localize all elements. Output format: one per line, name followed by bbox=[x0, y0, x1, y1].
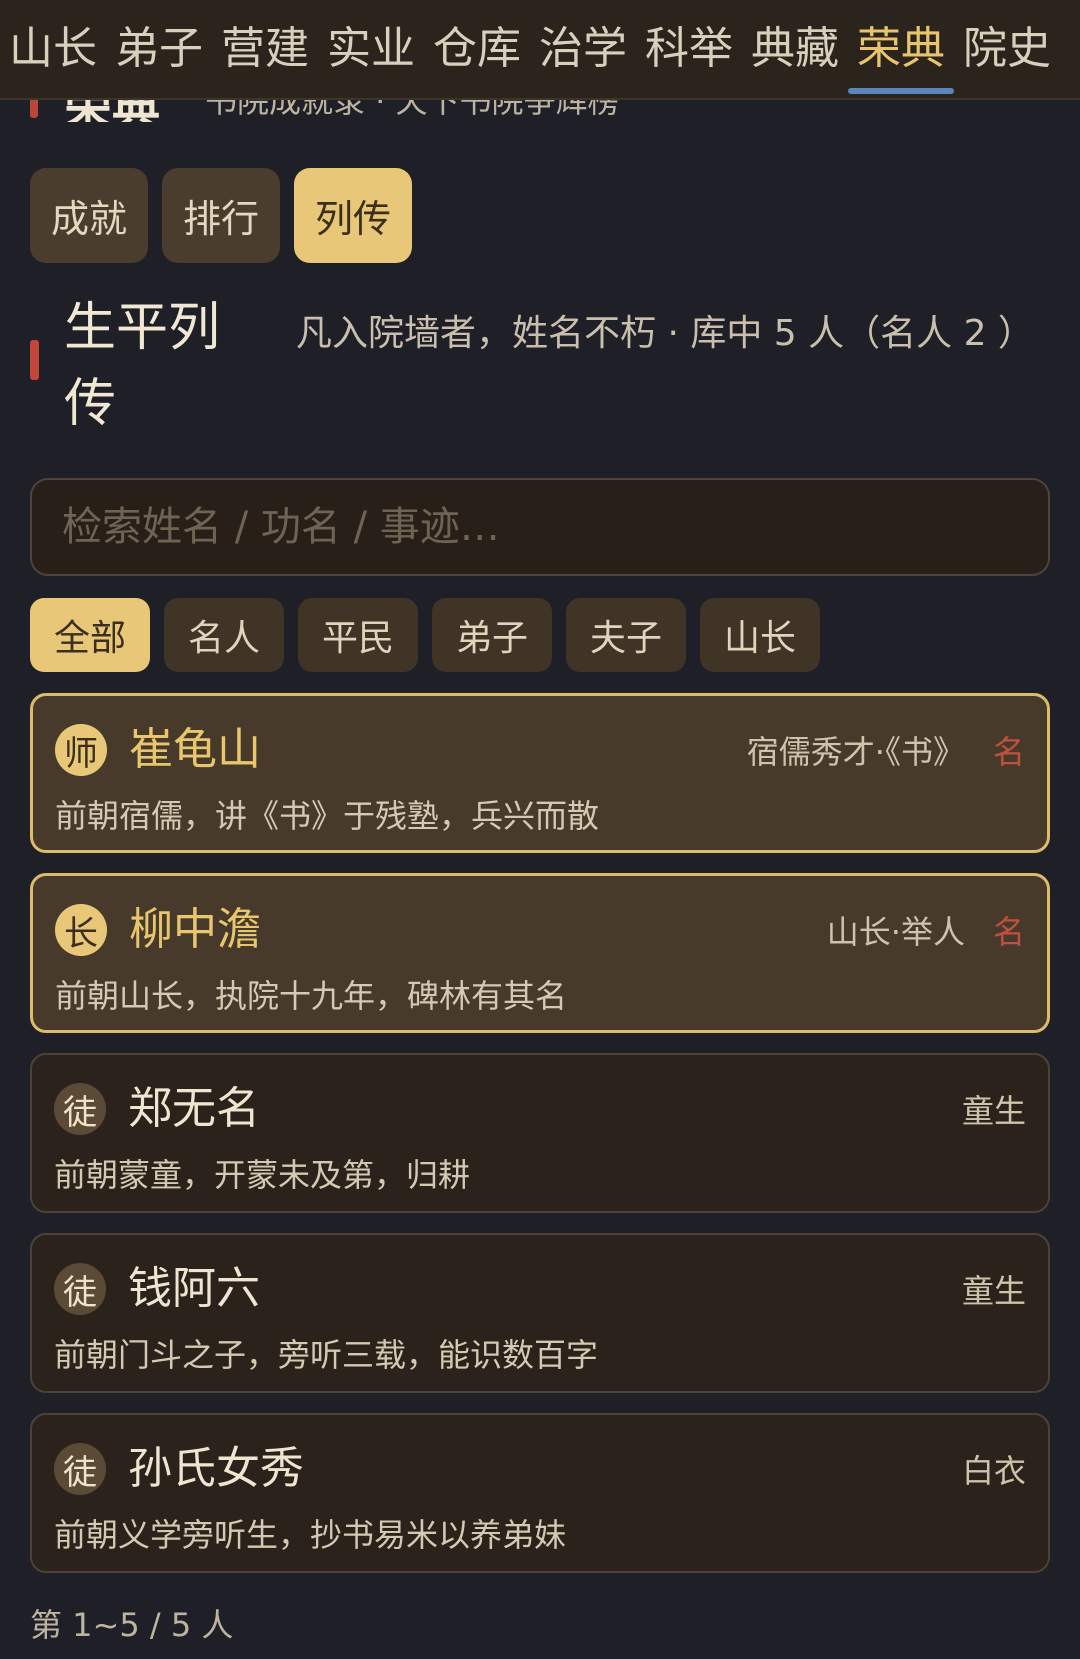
filter-commoner[interactable]: 平民 bbox=[298, 598, 418, 672]
nav-tab-yingjian[interactable]: 营建 bbox=[212, 0, 318, 98]
filter-all[interactable]: 全部 bbox=[30, 598, 150, 672]
person-title: 宿儒秀才·《书》 bbox=[746, 733, 965, 771]
person-title: 童生 bbox=[961, 1092, 1026, 1130]
nav-tab-cangku[interactable]: 仓库 bbox=[424, 0, 530, 98]
person-description: 前朝山长，执院十九年，碑林有其名 bbox=[55, 977, 568, 1015]
section-subtitle: 凡入院墙者，姓名不朽 · 库中 5 人（名人 2 ） bbox=[296, 313, 1034, 354]
fame-tag: 名 bbox=[992, 733, 1025, 771]
person-card[interactable]: 师 崔龟山 宿儒秀才·《书》 名 前朝宿儒，讲《书》于残塾，兵兴而散 bbox=[30, 693, 1050, 853]
filter-student[interactable]: 弟子 bbox=[432, 598, 552, 672]
search-box bbox=[30, 478, 1050, 576]
person-name: 郑无名 bbox=[128, 1083, 260, 1134]
person-card[interactable]: 徒 孙氏女秀 白衣 前朝义学旁听生，抄书易米以养弟妹 bbox=[30, 1413, 1050, 1573]
nav-tab-diancang[interactable]: 典藏 bbox=[742, 0, 848, 98]
nav-tab-keju[interactable]: 科举 bbox=[636, 0, 742, 98]
search-input[interactable] bbox=[60, 503, 1048, 551]
person-title: 白衣 bbox=[961, 1452, 1026, 1490]
person-rank: 童生 bbox=[962, 1089, 1026, 1133]
section-marker bbox=[30, 340, 39, 380]
subtab-rankings[interactable]: 排行 bbox=[162, 168, 280, 263]
filter-headmaster[interactable]: 山长 bbox=[700, 598, 820, 672]
person-rank: 宿儒秀才·《书》 名 bbox=[747, 730, 1025, 774]
nav-tab-zhixue[interactable]: 治学 bbox=[530, 0, 636, 98]
filter-teacher[interactable]: 夫子 bbox=[566, 598, 686, 672]
person-description: 前朝宿儒，讲《书》于残塾，兵兴而散 bbox=[55, 797, 600, 835]
section-title: 生平列传 bbox=[64, 298, 221, 434]
person-name: 柳中澹 bbox=[129, 904, 261, 955]
person-rank: 童生 bbox=[962, 1269, 1026, 1313]
fame-tag: 名 bbox=[992, 913, 1025, 951]
pagination-text: 第 1~5 / 5 人 bbox=[30, 1606, 234, 1644]
role-badge: 徒 bbox=[54, 1083, 106, 1135]
person-card[interactable]: 徒 郑无名 童生 前朝蒙童，开蒙未及第，归耕 bbox=[30, 1053, 1050, 1213]
biography-list: 师 崔龟山 宿儒秀才·《书》 名 前朝宿儒，讲《书》于残塾，兵兴而散 长 柳中澹… bbox=[30, 693, 1050, 1593]
role-badge: 长 bbox=[55, 904, 107, 956]
person-title: 童生 bbox=[961, 1272, 1026, 1310]
person-description: 前朝蒙童，开蒙未及第，归耕 bbox=[54, 1156, 471, 1194]
person-name: 孙氏女秀 bbox=[128, 1443, 304, 1494]
person-card[interactable]: 徒 钱阿六 童生 前朝门斗之子，旁听三载，能识数百字 bbox=[30, 1233, 1050, 1393]
person-rank: 白衣 bbox=[962, 1449, 1026, 1493]
nav-tab-rongdian[interactable]: 荣典 bbox=[848, 0, 954, 98]
nav-tab-shanzhang[interactable]: 山长 bbox=[0, 0, 106, 98]
nav-tab-yuanshi[interactable]: 院史 bbox=[954, 0, 1060, 98]
person-title: 山长·举人 bbox=[826, 913, 965, 951]
role-badge: 徒 bbox=[54, 1443, 106, 1495]
filter-notable[interactable]: 名人 bbox=[164, 598, 284, 672]
person-description: 前朝义学旁听生，抄书易米以养弟妹 bbox=[54, 1516, 567, 1554]
subtab-bar: 成就 排行 列传 bbox=[30, 168, 412, 263]
subtab-biographies[interactable]: 列传 bbox=[294, 168, 412, 263]
person-description: 前朝门斗之子，旁听三载，能识数百字 bbox=[54, 1336, 599, 1374]
nav-tab-shiye[interactable]: 实业 bbox=[318, 0, 424, 98]
person-card[interactable]: 长 柳中澹 山长·举人 名 前朝山长，执院十九年，碑林有其名 bbox=[30, 873, 1050, 1033]
filter-bar: 全部 名人 平民 弟子 夫子 山长 bbox=[30, 598, 820, 672]
person-name: 钱阿六 bbox=[128, 1263, 260, 1314]
nav-tab-dizi[interactable]: 弟子 bbox=[106, 0, 212, 98]
top-nav: 山长 弟子 营建 实业 仓库 治学 科举 典藏 荣典 院史 bbox=[0, 0, 1080, 100]
subtab-achievements[interactable]: 成就 bbox=[30, 168, 148, 263]
role-badge: 师 bbox=[55, 724, 107, 776]
person-rank: 山长·举人 名 bbox=[827, 910, 1025, 954]
role-badge: 徒 bbox=[54, 1263, 106, 1315]
person-name: 崔龟山 bbox=[129, 724, 261, 775]
